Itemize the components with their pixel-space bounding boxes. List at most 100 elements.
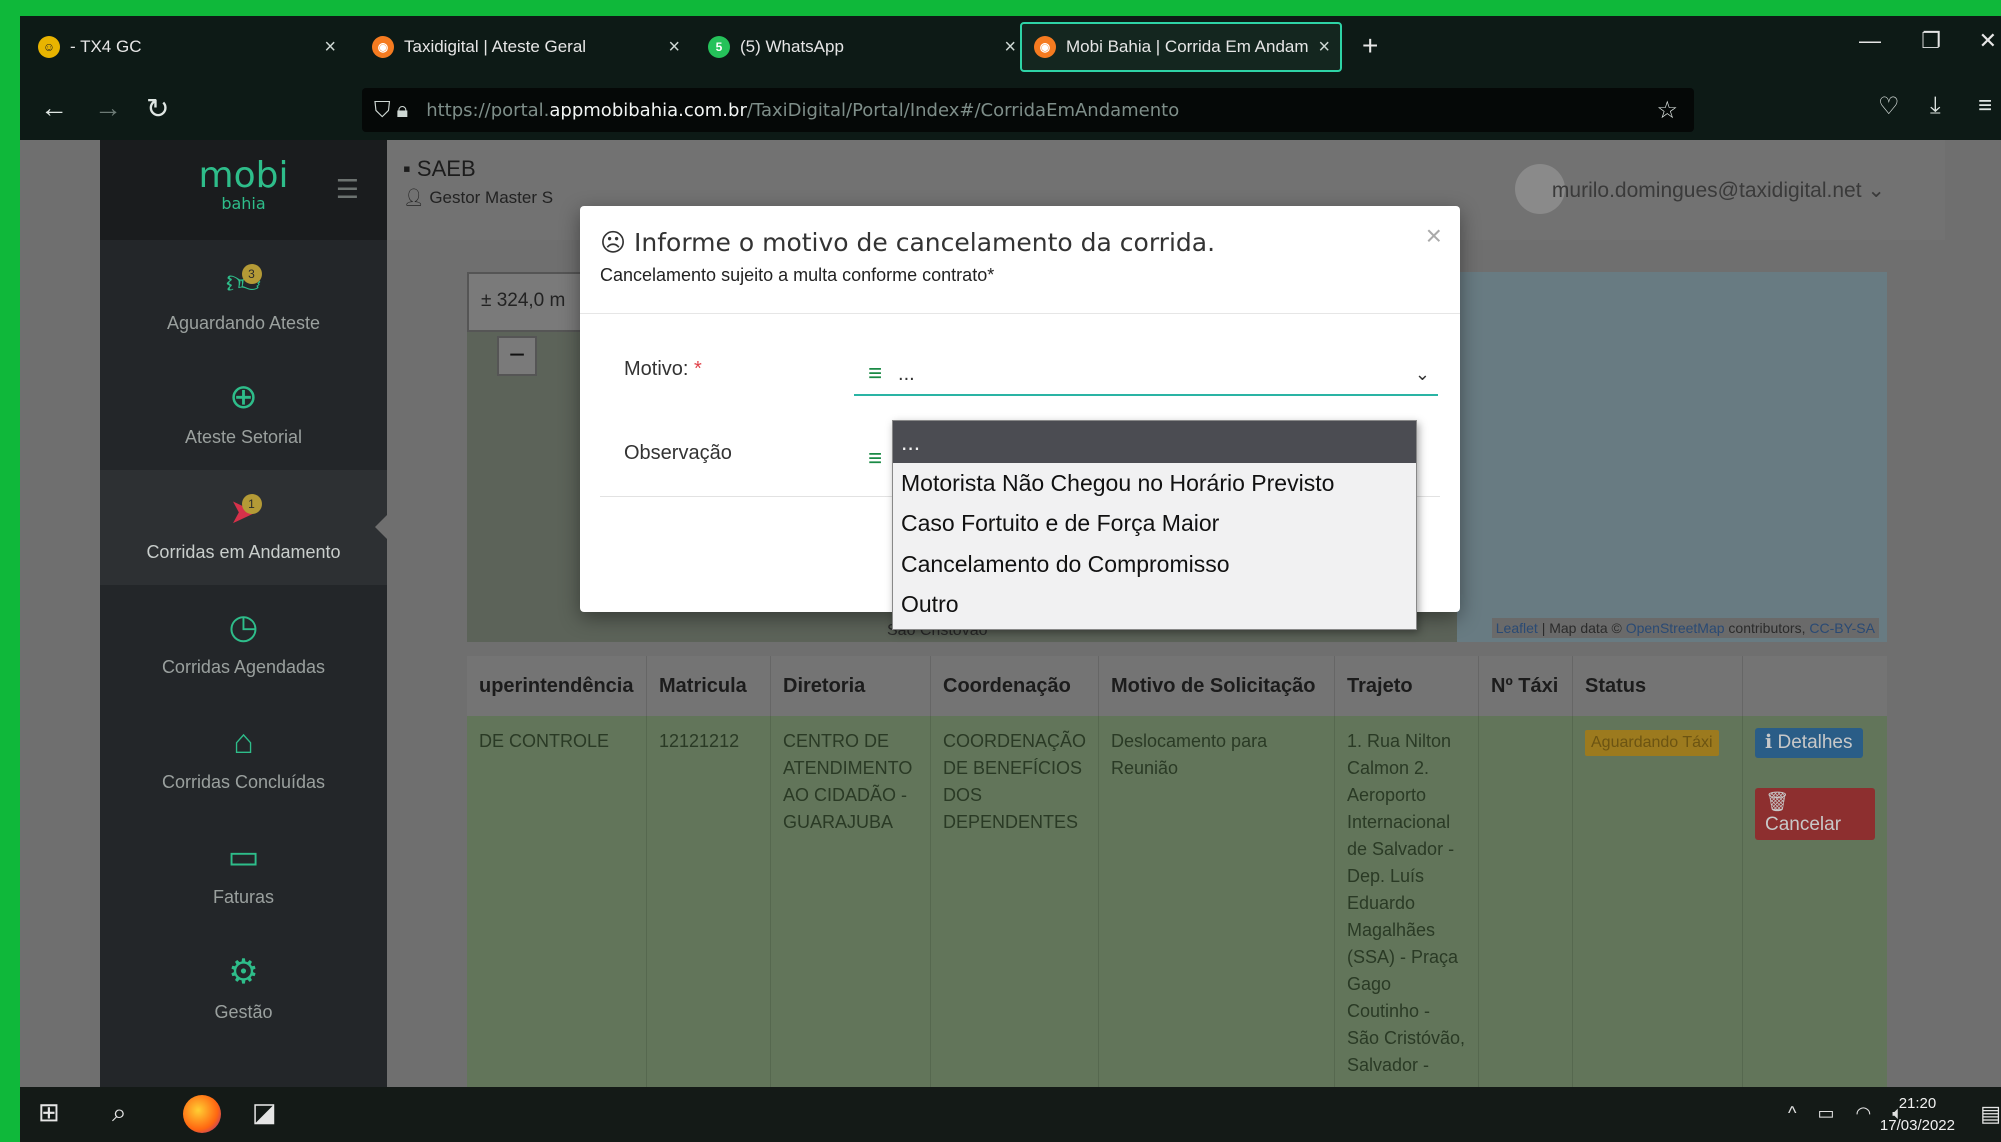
globe-icon: ⊕ [229,378,258,416]
forward-icon[interactable]: → [94,92,122,124]
close-icon[interactable]: × [324,36,336,59]
motivo-label: Motivo: * [624,358,702,380]
sidebar-item-ateste-setorial[interactable]: ⊕ Ateste Setorial [100,355,387,470]
browser-nav-bar: ← → ↻ ⛉🔒︎ https://portal.appmobibahia.co… [20,82,2001,140]
tab-tx4[interactable]: ☺ - TX4 GC × [26,22,346,72]
sidebar-item-label: Corridas em Andamento [146,542,341,562]
zoom-out-button[interactable]: − [497,336,537,376]
close-icon[interactable]: × [1426,220,1442,252]
firefox-icon[interactable] [183,1095,221,1133]
search-icon[interactable]: ⌕ [112,1097,127,1129]
pocket-icon[interactable]: ♡ [1878,92,1900,121]
sidebar-item-gestao[interactable]: ⚙ Gestão [100,930,387,1045]
user-menu[interactable]: murilo.domingues@taxidigital.net ⌄ [1552,178,1885,203]
col-taxi: Nº Táxi [1479,656,1573,716]
modal-header: ☹ Informe o motivo de cancelamento da co… [580,206,1460,314]
tab-title: (5) WhatsApp [740,37,844,56]
logo-area: mobi bahia ☰ [100,140,387,240]
sidebar-item-faturas[interactable]: ▭ Faturas [100,815,387,930]
address-bar[interactable]: ⛉🔒︎ https://portal.appmobibahia.com.br/T… [362,88,1694,132]
details-button[interactable]: ℹ Detalhes [1755,728,1863,758]
dropdown-option[interactable]: ... [893,421,1416,463]
modal-subtitle: Cancelamento sujeito a multa conforme co… [600,265,995,285]
download-icon[interactable]: ⤓ [1930,92,1941,120]
gear-icon: ⚙ [228,953,259,991]
tab-taxidigital[interactable]: ◉ Taxidigital | Ateste Geral × [360,22,690,72]
status-badge: Aguardando Táxi [1585,730,1719,756]
count-badge: 3 [241,264,262,284]
tab-title: Taxidigital | Ateste Geral [404,37,587,56]
frown-icon: ☹ [600,228,627,257]
tab-title: Mobi Bahia | Corrida Em Andam [1066,37,1309,56]
dropdown-option[interactable]: Cancelamento do Compromisso [893,544,1416,585]
cell-superintendencia: DE CONTROLE [467,716,647,1087]
modal-title: ☹ Informe o motivo de cancelamento da co… [600,228,1216,257]
new-tab-icon[interactable]: + [1362,30,1378,62]
motivo-select[interactable]: ≡ ... ⌄ [854,354,1438,396]
cell-motivo: Deslocamento para Reunião [1099,716,1335,1087]
col-superintendencia: uperintendência [467,656,647,716]
close-icon[interactable]: × [668,36,680,59]
shield-lock-icon[interactable]: ⛉🔒︎ [374,97,414,123]
minimize-icon[interactable]: — [1859,28,1881,54]
tab-whatsapp[interactable]: 5 (5) WhatsApp × [696,22,1026,72]
sidebar-item-corridas-concluidas[interactable]: ⌂ Corridas Concluídas [100,700,387,815]
observacao-label: Observação [624,442,732,464]
user-role: 👤︎ Gestor Master S [403,188,554,207]
url-text[interactable]: https://portal.appmobibahia.com.br/TaxiD… [426,100,1179,121]
tab-title: - TX4 GC [70,37,142,56]
dropdown-option[interactable]: Motorista Não Chegou no Horário Previsto [893,463,1416,504]
cancel-ride-button[interactable]: 🗑︎ Cancelar [1755,788,1875,840]
close-icon[interactable]: × [1318,36,1330,59]
windows-start-icon[interactable]: ⊞ [38,1097,60,1128]
chevron-down-icon: ⌄ [1414,363,1430,384]
cell-diretoria: CENTRO DE ATENDIMENTO AO CIDADÃO - GUARA… [771,716,931,1087]
window-close-icon[interactable]: ✕ [1979,28,1997,54]
restore-icon[interactable]: ❐ [1921,28,1941,54]
count-badge: 1 [241,494,262,514]
org-name: ▪ SAEB [403,156,476,181]
col-motivo: Motivo de Solicitação [1099,656,1335,716]
tab-mobibahia[interactable]: ◉ Mobi Bahia | Corrida Em Andam × [1020,22,1342,72]
clock-icon: ◷ [228,608,259,646]
menu-icon[interactable]: ≡ [1978,92,1992,120]
screen: ☺ - TX4 GC × ◉ Taxidigital | Ateste Gera… [20,16,2001,1142]
sidebar-item-label: Ateste Setorial [184,427,303,447]
col-status: Status [1573,656,1743,716]
col-trajeto: Trajeto [1335,656,1479,716]
motivo-row: Motivo: * ≡ ... ⌄ [600,354,1440,414]
sidebar-item-corridas-agendadas[interactable]: ◷ Corridas Agendadas [100,585,387,700]
map-attribution: Leaflet | Map data © OpenStreetMap contr… [1491,618,1879,638]
col-matricula: Matricula [647,656,771,716]
reload-icon[interactable]: ↻ [146,92,169,125]
browser-tab-bar: ☺ - TX4 GC × ◉ Taxidigital | Ateste Gera… [20,16,2001,82]
sidebar-item-aguardando-ateste[interactable]: 👍︎ 3 Aguardando Ateste [100,240,387,355]
sidebar: mobi bahia ☰ 👍︎ 3 Aguardando Ateste ⊕ Ate… [100,140,387,1087]
active-indicator [375,515,387,539]
col-actions [1743,656,1887,716]
bookmark-star-icon[interactable]: ☆ [1656,96,1678,125]
leaflet-link[interactable]: Leaflet [1496,620,1538,636]
tag-icon: ⌂ [233,722,254,761]
sidebar-item-label: Aguardando Ateste [166,312,321,333]
cell-actions: ℹ Detalhes 🗑︎ Cancelar [1743,716,1887,1087]
tx4-icon: ☺ [38,36,60,58]
whatsapp-icon: 5 [708,36,730,58]
dropdown-option[interactable]: Outro [893,585,1416,626]
sidebar-item-corridas-em-andamento[interactable]: ➤ 1 Corridas em Andamento [100,470,387,585]
mobibahia-icon: ◉ [1034,36,1056,58]
osm-link[interactable]: OpenStreetMap [1626,620,1725,636]
sidebar-item-label: Faturas [212,887,275,907]
map-scale: ± 324,0 m [467,272,587,332]
license-link[interactable]: CC-BY-SA [1809,620,1875,636]
app-icon[interactable]: ◪ [252,1097,277,1128]
clock[interactable]: 21:20 17/03/2022 [1880,1093,1955,1137]
cell-status: Aguardando Táxi [1573,716,1743,1087]
back-icon[interactable]: ← [40,92,68,124]
close-icon[interactable]: × [1004,36,1016,59]
dropdown-option[interactable]: Caso Fortuito e de Força Maior [893,504,1416,545]
cell-taxi [1479,716,1573,1087]
notification-icon[interactable]: ▤ [1980,1101,2001,1127]
table-row: DE CONTROLE 12121212 CENTRO DE ATENDIMEN… [467,716,1887,1087]
hamburger-icon[interactable]: ☰ [336,174,359,205]
